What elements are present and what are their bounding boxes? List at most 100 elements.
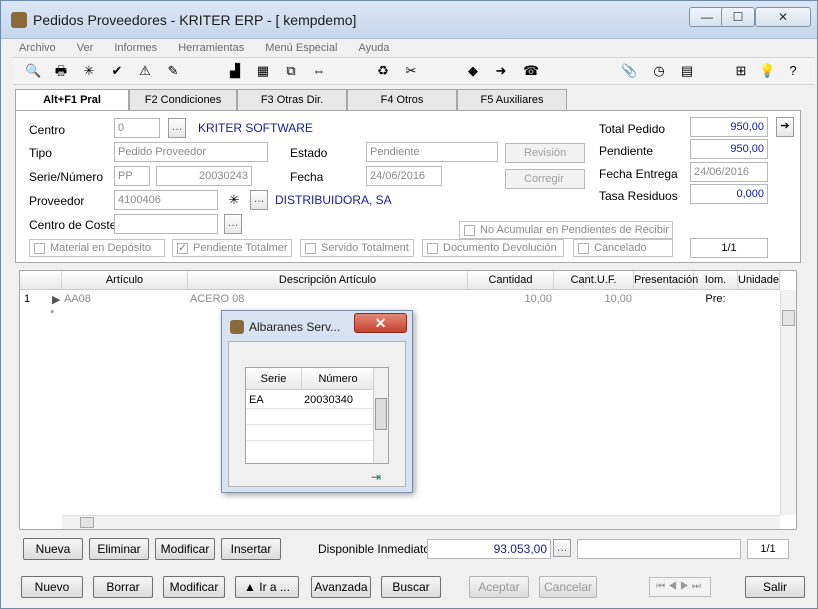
menu-archivo[interactable]: Archivo bbox=[13, 39, 56, 57]
fecha-field[interactable]: 24/06/2016 bbox=[366, 166, 442, 186]
pendiente-totalmer-checkbox[interactable]: ✓ Pendiente Totalmer bbox=[172, 239, 292, 257]
asterisk-icon[interactable]: ✳ bbox=[81, 63, 97, 79]
clock-icon[interactable]: ◷ bbox=[651, 63, 667, 79]
maximize-button[interactable]: ☐ bbox=[721, 7, 755, 27]
modificar-linea-button[interactable]: Modificar bbox=[155, 538, 215, 560]
dialog-grid-header: Serie Número bbox=[246, 368, 374, 390]
borrar-button[interactable]: Borrar bbox=[93, 576, 153, 598]
estado-select[interactable]: Pendiente bbox=[366, 142, 498, 162]
buscar-button[interactable]: Buscar bbox=[381, 576, 441, 598]
proveedor-lookup-button[interactable]: … bbox=[250, 190, 268, 210]
phone-icon[interactable]: ☎ bbox=[523, 63, 539, 79]
dialog-close-button[interactable]: ✕ bbox=[354, 313, 407, 333]
dialog-header-serie[interactable]: Serie bbox=[246, 368, 302, 390]
preview-icon[interactable]: 🔍 bbox=[25, 63, 41, 79]
nueva-button[interactable]: Nueva bbox=[23, 538, 83, 560]
serie-field[interactable]: PP bbox=[114, 166, 150, 186]
grid-header-cant-uf[interactable]: Cant.U.F. bbox=[554, 271, 634, 290]
arrow-right-icon[interactable]: ➜ bbox=[493, 63, 509, 79]
grid-horizontal-scrollbar[interactable] bbox=[62, 515, 780, 529]
dialog-row-numero[interactable]: 20030340 bbox=[304, 394, 353, 406]
tab-principal[interactable]: Alt+F1 Pral bbox=[15, 89, 129, 112]
nuevo-button[interactable]: Nuevo bbox=[21, 576, 83, 598]
print-icon[interactable]: 🖶 bbox=[53, 63, 69, 79]
exit-icon[interactable]: ⇥ bbox=[369, 470, 383, 484]
chart-icon[interactable]: ▟ bbox=[227, 63, 243, 79]
centro-coste-field[interactable] bbox=[114, 214, 218, 234]
menu-ayuda[interactable]: Ayuda bbox=[353, 39, 390, 57]
network-icon[interactable]: ✳ bbox=[226, 192, 242, 208]
serie-label: Serie/Número bbox=[29, 170, 104, 184]
material-deposito-checkbox[interactable]: Material en Depósito bbox=[29, 239, 165, 257]
servido-total-checkbox[interactable]: Servido Totalment bbox=[300, 239, 414, 257]
scroll-thumb[interactable] bbox=[375, 398, 387, 430]
proveedor-field[interactable]: 4100406 bbox=[114, 190, 218, 210]
menu-informes[interactable]: Informes bbox=[108, 39, 157, 57]
row-articulo[interactable]: AA08 bbox=[64, 293, 91, 305]
ir-a-text: Ir a ... bbox=[259, 580, 290, 594]
minimize-button[interactable]: — bbox=[689, 7, 725, 27]
scroll-thumb[interactable] bbox=[80, 517, 94, 528]
menu-especial[interactable]: Menú Especial bbox=[259, 39, 337, 57]
documento-devolucion-checkbox[interactable]: Documento Devolución bbox=[422, 239, 564, 257]
grid-vertical-scrollbar[interactable] bbox=[780, 290, 796, 515]
tab-otras-direcciones[interactable]: F3 Otras Dir. bbox=[237, 89, 347, 111]
modificar-button[interactable]: Modificar bbox=[163, 576, 225, 598]
centro-lookup-button[interactable]: … bbox=[168, 118, 186, 138]
tab-auxiliares[interactable]: F5 Auxiliares bbox=[457, 89, 567, 111]
fecha-entrega-field[interactable]: 24/06/2016 bbox=[690, 162, 768, 182]
dialog-row-serie[interactable]: EA bbox=[249, 394, 264, 406]
resize-icon[interactable]: ⇔ bbox=[311, 63, 327, 79]
check-icon[interactable]: ✔ bbox=[109, 63, 125, 79]
avanzada-button[interactable]: Avanzada bbox=[311, 576, 371, 598]
no-acumular-checkbox[interactable]: No Acumular en Pendientes de Recibir bbox=[459, 221, 673, 239]
eliminar-button[interactable]: Eliminar bbox=[89, 538, 149, 560]
row-descripcion[interactable]: ACERO 08 bbox=[190, 293, 244, 305]
tab-otros[interactable]: F4 Otros bbox=[347, 89, 457, 111]
calculator-icon[interactable]: ▦ bbox=[255, 63, 271, 79]
aceptar-button[interactable]: Aceptar bbox=[469, 576, 529, 598]
tab-condiciones[interactable]: F2 Condiciones bbox=[129, 89, 237, 111]
toolbar: 🔍 🖶 ✳ ✔ ⚠ ✎ ▟ ▦ ⧉ ⇔ ♻ ✂ ◆ ➜ ☎ 📎 ◷ ▤ ⊞ 💡 … bbox=[13, 57, 815, 85]
lightbulb-icon[interactable]: 💡 bbox=[759, 63, 775, 79]
dialog-scrollbar[interactable] bbox=[373, 368, 388, 463]
record-navigator[interactable]: ⏮◀▶⏭ bbox=[649, 577, 711, 597]
insertar-button[interactable]: Insertar bbox=[221, 538, 281, 560]
salir-button[interactable]: Salir bbox=[745, 576, 805, 598]
revision-button[interactable]: Revisión bbox=[505, 143, 585, 163]
grid-header-presentacion[interactable]: Presentación bbox=[634, 271, 698, 290]
dialog-header-numero[interactable]: Número bbox=[302, 368, 374, 390]
attach-icon[interactable]: 📎 bbox=[621, 63, 637, 79]
recycle-icon[interactable]: ♻ bbox=[375, 63, 391, 79]
warning-icon[interactable]: ⚠ bbox=[137, 63, 153, 79]
close-button[interactable]: ✕ bbox=[755, 7, 811, 27]
grid-header-articulo[interactable]: Artículo bbox=[62, 271, 188, 290]
numero-field[interactable]: 20030243 bbox=[156, 166, 252, 186]
grid-header-cantidad[interactable]: Cantidad bbox=[468, 271, 554, 290]
centro-field[interactable]: 0 bbox=[114, 118, 160, 138]
grid-header-nom-pres[interactable]: Iom. Pre: bbox=[694, 271, 738, 305]
centro-coste-lookup-button[interactable]: … bbox=[224, 214, 242, 234]
eraser-icon[interactable]: ◆ bbox=[465, 63, 481, 79]
copy-icon[interactable]: ⧉ bbox=[283, 63, 299, 79]
scissors-icon[interactable]: ✂ bbox=[403, 63, 419, 79]
tipo-select[interactable]: Pedido Proveedor bbox=[114, 142, 268, 162]
sitemap-icon[interactable]: ⊞ bbox=[733, 63, 749, 79]
disponible-lookup-button[interactable]: … bbox=[553, 539, 571, 557]
scroll-thumb[interactable] bbox=[782, 310, 795, 326]
grid-header-unidades[interactable]: Unidade bbox=[738, 271, 780, 290]
row-cant-uf[interactable]: 10,00 bbox=[554, 293, 632, 305]
arrow-right-icon[interactable]: ➔ bbox=[776, 117, 794, 137]
cancelado-checkbox[interactable]: Cancelado bbox=[573, 239, 673, 257]
corregir-button[interactable]: Corregir bbox=[505, 169, 585, 189]
ir-a-button[interactable]: ▲ Ir a ... bbox=[235, 576, 299, 598]
centro-label: Centro bbox=[29, 123, 66, 137]
grid-header-descripcion[interactable]: Descripción Artículo bbox=[188, 271, 468, 290]
menu-herramientas[interactable]: Herramientas bbox=[172, 39, 244, 57]
row-cantidad[interactable]: 10,00 bbox=[468, 293, 552, 305]
menu-ver[interactable]: Ver bbox=[71, 39, 94, 57]
cancelar-button[interactable]: Cancelar bbox=[539, 576, 597, 598]
document-icon[interactable]: ▤ bbox=[679, 63, 695, 79]
tools-icon[interactable]: ✎ bbox=[165, 63, 181, 79]
help-icon[interactable]: ? bbox=[785, 63, 801, 79]
